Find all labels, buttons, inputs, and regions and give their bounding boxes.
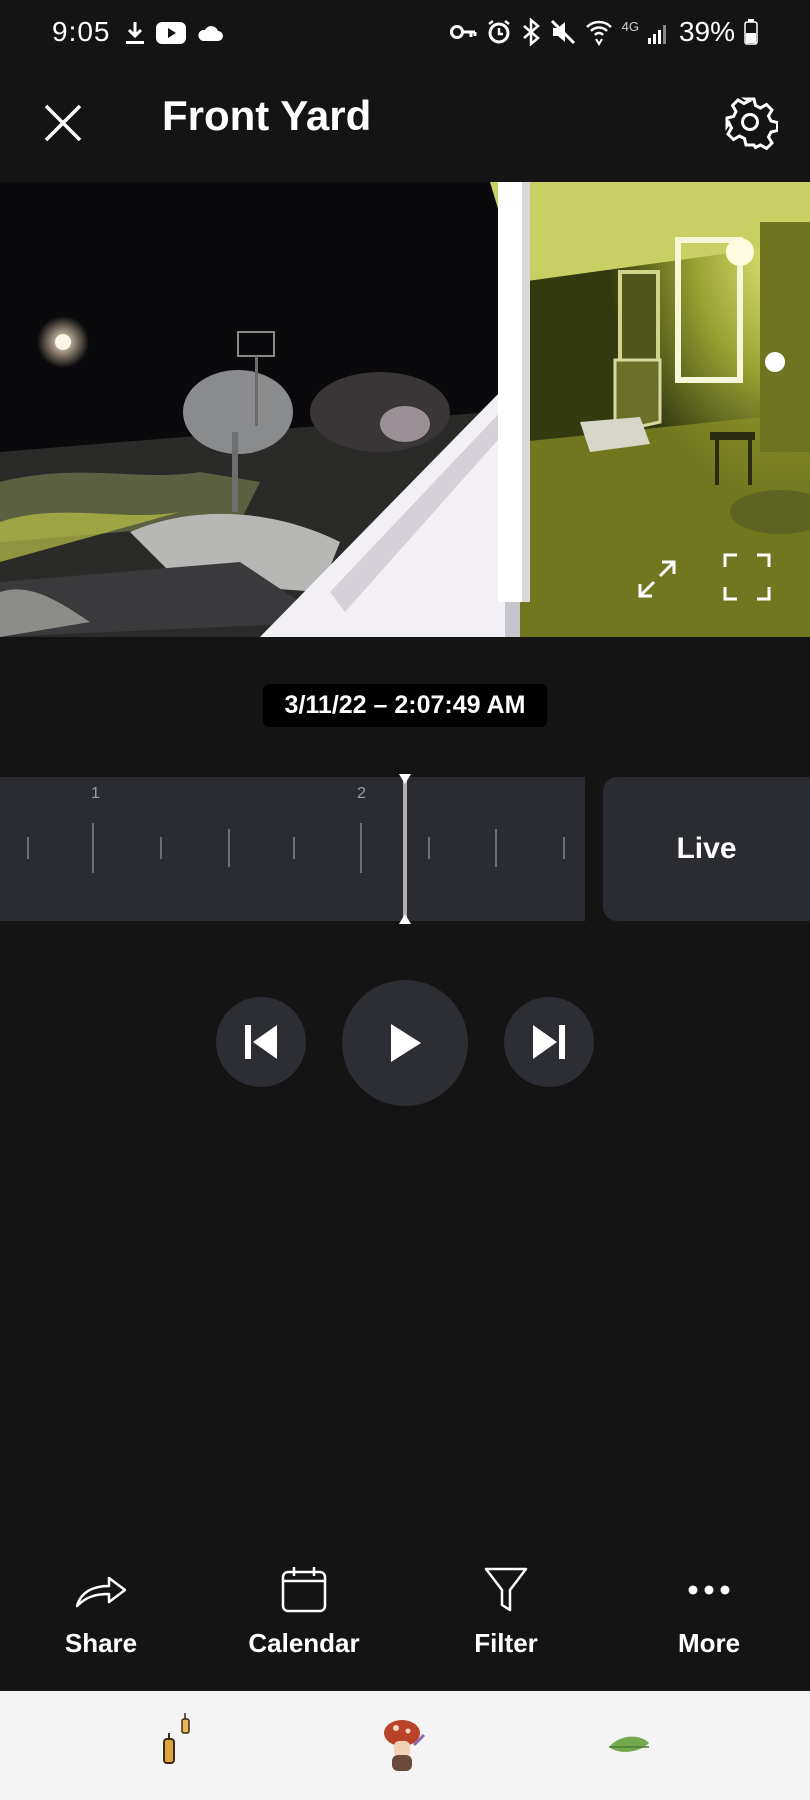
bluetooth-icon (521, 18, 541, 46)
night-vision-scene (0, 182, 810, 637)
leaf-icon[interactable] (595, 1711, 665, 1781)
share-icon (75, 1576, 127, 1608)
skip-previous-icon (245, 1025, 277, 1059)
calendar-label: Calendar (248, 1628, 360, 1658)
more-icon (688, 1585, 730, 1595)
battery-icon (744, 19, 758, 45)
mute-icon (550, 19, 576, 45)
share-label: Share (64, 1628, 138, 1658)
signal-icon (647, 20, 670, 44)
wifi-icon (585, 18, 613, 46)
app-screen: 9:05 4G 39% Front Yard 3/11/22 – 2:07:49… (0, 0, 810, 1800)
calendar-icon (281, 1567, 327, 1613)
timeline-tick (228, 829, 230, 867)
skip-next-icon (533, 1025, 565, 1059)
more-button[interactable]: More (629, 1560, 789, 1659)
timeline-tick (428, 837, 430, 859)
fullscreen-button[interactable] (722, 552, 772, 602)
timeline-tick (495, 829, 497, 867)
page-title: Front Yard (162, 92, 372, 139)
alarm-icon (486, 19, 512, 45)
vpn-key-icon (449, 23, 477, 41)
network-type-label: 4G (621, 18, 639, 34)
timeline-tick (563, 837, 565, 859)
status-right-icons: 4G 39% (449, 16, 758, 48)
gear-icon (725, 97, 779, 151)
playhead[interactable] (403, 774, 407, 924)
previous-button[interactable] (216, 997, 306, 1087)
close-icon (44, 104, 82, 142)
timeline-tick (27, 837, 29, 859)
share-button[interactable]: Share (21, 1560, 181, 1659)
close-button[interactable] (38, 98, 88, 148)
tick-label: 2 (357, 785, 366, 802)
bottom-tray (0, 1691, 810, 1800)
status-time: 9:05 (52, 16, 111, 47)
more-label: More (677, 1628, 741, 1658)
recording-timestamp: 3/11/22 – 2:07:49 AM (263, 684, 547, 727)
expand-button[interactable] (632, 554, 682, 604)
status-left-icons (124, 20, 224, 46)
timeline-scrubber[interactable]: 1 2 (0, 777, 585, 921)
timeline-tick (92, 823, 94, 873)
download-icon (124, 20, 146, 46)
playhead-top-marker (399, 774, 411, 784)
camera-video-frame[interactable] (0, 182, 810, 637)
mushroom-character-icon[interactable] (370, 1711, 440, 1781)
live-button[interactable]: Live (603, 777, 810, 921)
playhead-bottom-marker (399, 914, 411, 924)
next-button[interactable] (504, 997, 594, 1087)
lantern-icon[interactable] (150, 1711, 220, 1781)
settings-button[interactable] (722, 94, 779, 151)
status-bar: 9:05 4G 39% (0, 0, 810, 70)
play-button[interactable] (342, 980, 468, 1106)
action-bar: Share Calendar Filter More (0, 1560, 810, 1690)
timeline-tick (293, 837, 295, 859)
calendar-button[interactable]: Calendar (224, 1560, 384, 1659)
play-icon (391, 1024, 421, 1062)
expand-arrows-icon (638, 560, 676, 598)
cloud-icon (196, 24, 224, 42)
filter-button[interactable]: Filter (426, 1560, 586, 1659)
timeline-tick (160, 837, 162, 859)
youtube-icon (156, 22, 186, 44)
header: Front Yard (0, 70, 810, 180)
filter-label: Filter (474, 1628, 538, 1658)
filter-icon (484, 1567, 528, 1612)
battery-percent: 39% (678, 16, 735, 47)
timeline-tick (360, 823, 362, 873)
tick-label: 1 (91, 785, 100, 802)
fullscreen-icon (723, 553, 771, 601)
